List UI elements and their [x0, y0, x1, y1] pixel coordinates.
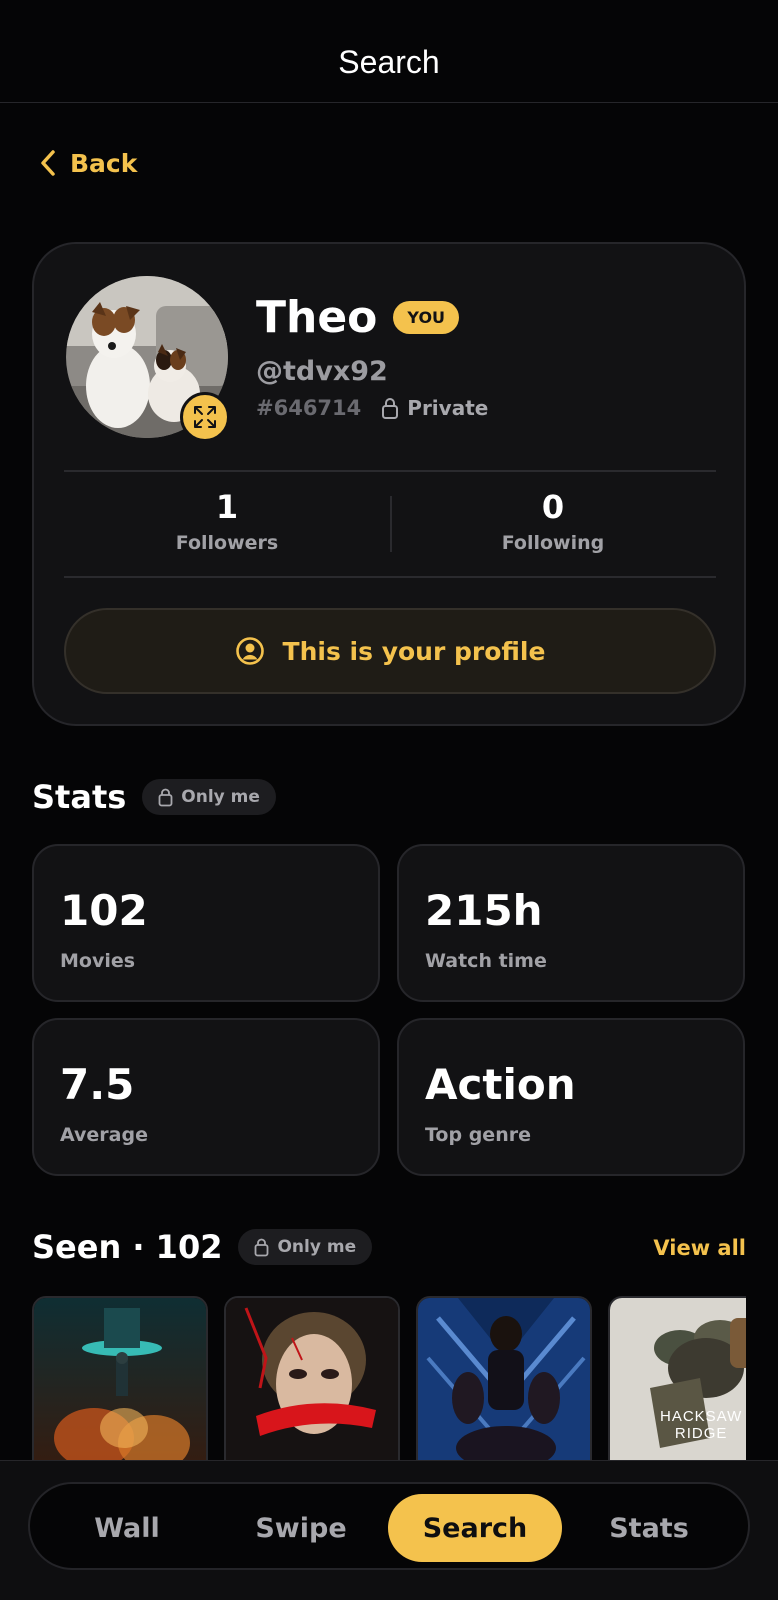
privacy-label: Private: [407, 396, 489, 420]
name-row: Theo YOU: [256, 292, 460, 343]
lock-icon: [382, 398, 399, 419]
stat-value: 215h: [425, 886, 543, 935]
lock-icon: [255, 1238, 269, 1257]
nav-item-swipe[interactable]: Swipe: [214, 1494, 388, 1562]
privacy-indicator: Private: [381, 396, 488, 420]
nav-item-search[interactable]: Search: [388, 1494, 562, 1562]
profile-card: Theo YOU @tdvx92 #646714 Private 1 Follo…: [32, 242, 746, 726]
bottom-nav: Wall Swipe Search Stats: [0, 1460, 778, 1600]
stat-value: 7.5: [60, 1060, 135, 1109]
poster-hacksaw-ridge[interactable]: HACKSAW RIDGE: [608, 1296, 746, 1460]
profile-name: Theo: [256, 292, 378, 343]
seen-privacy-pill[interactable]: Only me: [238, 1229, 373, 1265]
stat-label: Movies: [60, 950, 136, 972]
poster-black-panther[interactable]: [416, 1296, 592, 1460]
stat-label: Top genre: [425, 1124, 531, 1146]
bottom-nav-pill: Wall Swipe Search Stats: [28, 1482, 750, 1570]
nav-item-stats[interactable]: Stats: [562, 1494, 736, 1562]
stat-value: Action: [425, 1060, 576, 1109]
divider: [64, 470, 716, 472]
stat-value: 102: [60, 886, 148, 935]
poster-caption-line: RIDGE: [674, 1425, 728, 1442]
divider: [64, 576, 716, 578]
poster-horror-face[interactable]: [224, 1296, 400, 1460]
you-badge: YOU: [393, 301, 460, 334]
stat-card-watch-time: 215h Watch time: [397, 844, 745, 1002]
expand-icon: [194, 406, 216, 428]
back-button[interactable]: Back: [38, 148, 137, 178]
followers-count: 1: [215, 488, 239, 526]
nav-item-wall[interactable]: Wall: [40, 1494, 214, 1562]
expand-avatar-button[interactable]: [180, 392, 230, 442]
stat-card-average: 7.5 Average: [32, 1018, 380, 1176]
followers-stat[interactable]: 1 Followers: [64, 488, 390, 554]
following-count: 0: [541, 488, 565, 526]
lock-icon: [158, 788, 173, 807]
page-title: Search: [338, 44, 440, 80]
stat-card-movies: 102 Movies: [32, 844, 380, 1002]
following-stat[interactable]: 0 Following: [390, 488, 716, 554]
followers-label: Followers: [175, 532, 279, 554]
profile-handle: @tdvx92: [256, 356, 388, 387]
stats-privacy-pill[interactable]: Only me: [142, 779, 276, 815]
own-profile-label: This is your profile: [282, 636, 546, 666]
seen-posters-carousel[interactable]: HACKSAW RIDGE: [32, 1296, 746, 1460]
avatar-wrap: [66, 276, 230, 442]
stat-label: Average: [60, 1124, 148, 1146]
own-profile-button[interactable]: This is your profile: [64, 608, 716, 694]
profile-meta: #646714 Private: [256, 396, 488, 420]
stats-privacy-label: Only me: [181, 787, 260, 807]
view-all-link[interactable]: View all: [653, 1236, 746, 1260]
seen-section-header: Seen · 102 Only me: [32, 1228, 373, 1266]
top-bar: Search: [0, 0, 778, 103]
back-label: Back: [70, 148, 138, 178]
stats-section-header: Stats Only me: [32, 778, 276, 816]
chevron-left-icon: [41, 150, 55, 176]
stat-card-top-genre: Action Top genre: [397, 1018, 745, 1176]
poster-caption-line: HACKSAW: [660, 1408, 743, 1425]
seen-privacy-label: Only me: [277, 1237, 357, 1257]
poster-caption: HACKSAW RIDGE: [660, 1408, 742, 1442]
poster-sci-fi[interactable]: [32, 1296, 208, 1460]
stats-title: Stats: [32, 778, 127, 816]
following-label: Following: [501, 532, 605, 554]
profile-id-tag: #646714: [256, 396, 362, 420]
stat-label: Watch time: [425, 950, 547, 972]
seen-title: Seen · 102: [32, 1228, 223, 1266]
user-circle-icon: [235, 637, 264, 665]
